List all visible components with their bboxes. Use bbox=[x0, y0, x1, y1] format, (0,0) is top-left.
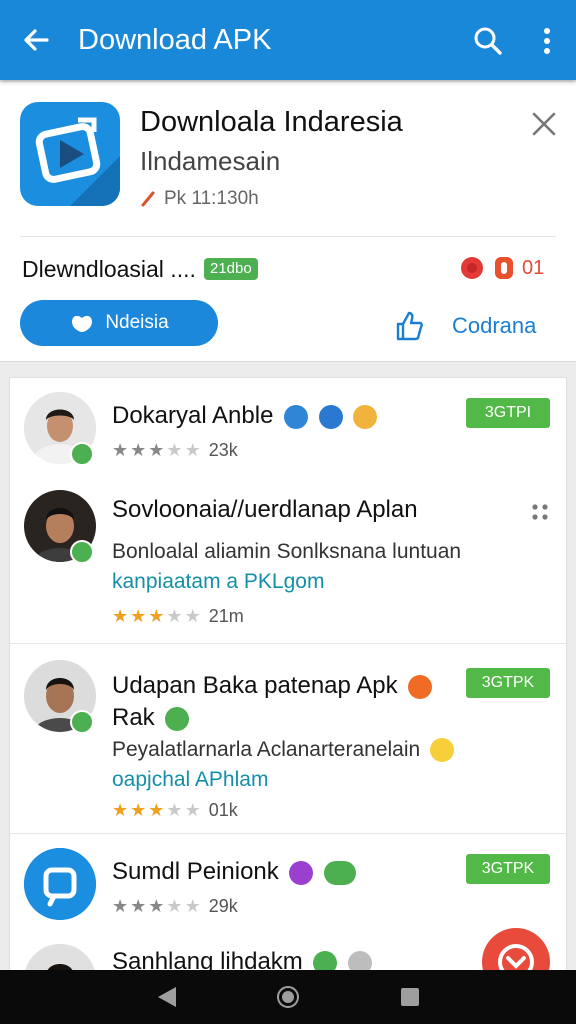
list-item[interactable]: Sumdl Peinionk ★ ★ ★ ★ ★ 29k 3GTPK bbox=[10, 834, 566, 934]
status-count: 01 bbox=[522, 256, 545, 279]
more-vert-icon[interactable] bbox=[534, 26, 560, 56]
item-description: Bonloalal aliamin Sonlksnana luntuan bbox=[112, 540, 462, 563]
thumbs-up-icon[interactable] bbox=[394, 310, 424, 342]
primary-button-label: Ndeisia bbox=[105, 312, 169, 333]
status-icons: 01 bbox=[458, 254, 544, 282]
item-title-continued: Rak bbox=[112, 704, 190, 732]
emoji-icon bbox=[430, 738, 455, 763]
nav-back-icon[interactable] bbox=[156, 985, 178, 1009]
get-button[interactable]: 3GTPK bbox=[466, 854, 550, 884]
app-list: Dokaryal Anble ★ ★ ★ ★ ★ 23k 3GTPI Sovloonai… bbox=[10, 378, 566, 978]
list-item[interactable]: Sovloonaia//uerdlanap Aplan Bonloalal al… bbox=[10, 474, 566, 644]
rating: ★ ★ ★ ★ ★ 01k bbox=[112, 800, 238, 820]
status-badge: 21dbo bbox=[204, 258, 258, 280]
tag-icon bbox=[408, 674, 433, 699]
nav-recent-icon[interactable] bbox=[400, 987, 420, 1007]
tag-icon bbox=[353, 404, 378, 429]
rating: ★ ★ ★ ★ ★ 21m bbox=[112, 606, 244, 626]
flower-icon bbox=[461, 257, 483, 279]
hand-icon bbox=[72, 315, 93, 332]
drag-handle-icon[interactable] bbox=[530, 502, 550, 522]
get-button[interactable]: 3GTPK bbox=[466, 668, 550, 698]
nav-home-icon[interactable] bbox=[276, 985, 300, 1009]
close-icon[interactable] bbox=[530, 110, 558, 138]
app-bar-title: Download APK bbox=[78, 24, 272, 56]
battery-icon bbox=[495, 257, 513, 279]
tag-icon bbox=[284, 404, 309, 429]
rating: ★ ★ ★ ★ ★ 23k bbox=[112, 440, 238, 460]
play-badge-icon bbox=[289, 860, 314, 885]
primary-download-button[interactable]: Ndeisia bbox=[20, 300, 218, 346]
secondary-action-label[interactable]: Codrana bbox=[452, 313, 536, 339]
item-link[interactable]: oapjchal APhlam bbox=[112, 768, 268, 792]
app-bar: Download APK bbox=[0, 0, 576, 80]
app-logo-icon bbox=[20, 102, 120, 206]
app-header-card: Downloala Indaresia Ilndamesain Pk 11:13… bbox=[0, 82, 576, 362]
verified-icon bbox=[165, 706, 190, 731]
item-description: Peyalatlarnarla Aclanarteranelain bbox=[112, 738, 455, 763]
app-name: Downloala Indaresia bbox=[140, 106, 403, 138]
item-link[interactable]: kanpiaatam a PKLgom bbox=[112, 570, 324, 594]
app-meta-text: Pk 11:130h bbox=[164, 188, 259, 209]
app-meta: Pk 11:130h bbox=[140, 188, 259, 210]
get-button[interactable]: 3GTPI bbox=[466, 398, 550, 428]
tag-icon bbox=[318, 404, 343, 429]
item-title: Dokaryal Anble bbox=[112, 402, 378, 430]
verified-icon bbox=[70, 710, 94, 734]
verified-icon bbox=[70, 540, 94, 564]
item-title: Udapan Baka patenap Apk bbox=[112, 672, 433, 700]
system-nav-bar bbox=[0, 970, 576, 1024]
divider bbox=[20, 236, 556, 237]
secondary-actions: Codrana bbox=[394, 310, 536, 342]
item-title: Sumdl Peinionk bbox=[112, 858, 357, 886]
list-item[interactable]: Udapan Baka patenap Apk Rak Peyalatlarna… bbox=[10, 644, 566, 834]
rating: ★ ★ ★ ★ ★ 29k bbox=[112, 896, 238, 916]
app-subtitle: Ilndamesain bbox=[140, 146, 281, 176]
gamepad-icon bbox=[324, 860, 357, 885]
list-item[interactable]: Dokaryal Anble ★ ★ ★ ★ ★ 23k 3GTPI bbox=[10, 378, 566, 474]
back-arrow-icon[interactable] bbox=[20, 24, 52, 56]
download-status-label: Dlewndloasial .... bbox=[22, 256, 196, 282]
item-title: Sovloonaia//uerdlanap Aplan bbox=[112, 496, 418, 523]
pencil-icon bbox=[141, 191, 155, 207]
app-icon bbox=[24, 848, 96, 920]
search-icon[interactable] bbox=[472, 25, 504, 57]
verified-icon bbox=[70, 442, 94, 466]
